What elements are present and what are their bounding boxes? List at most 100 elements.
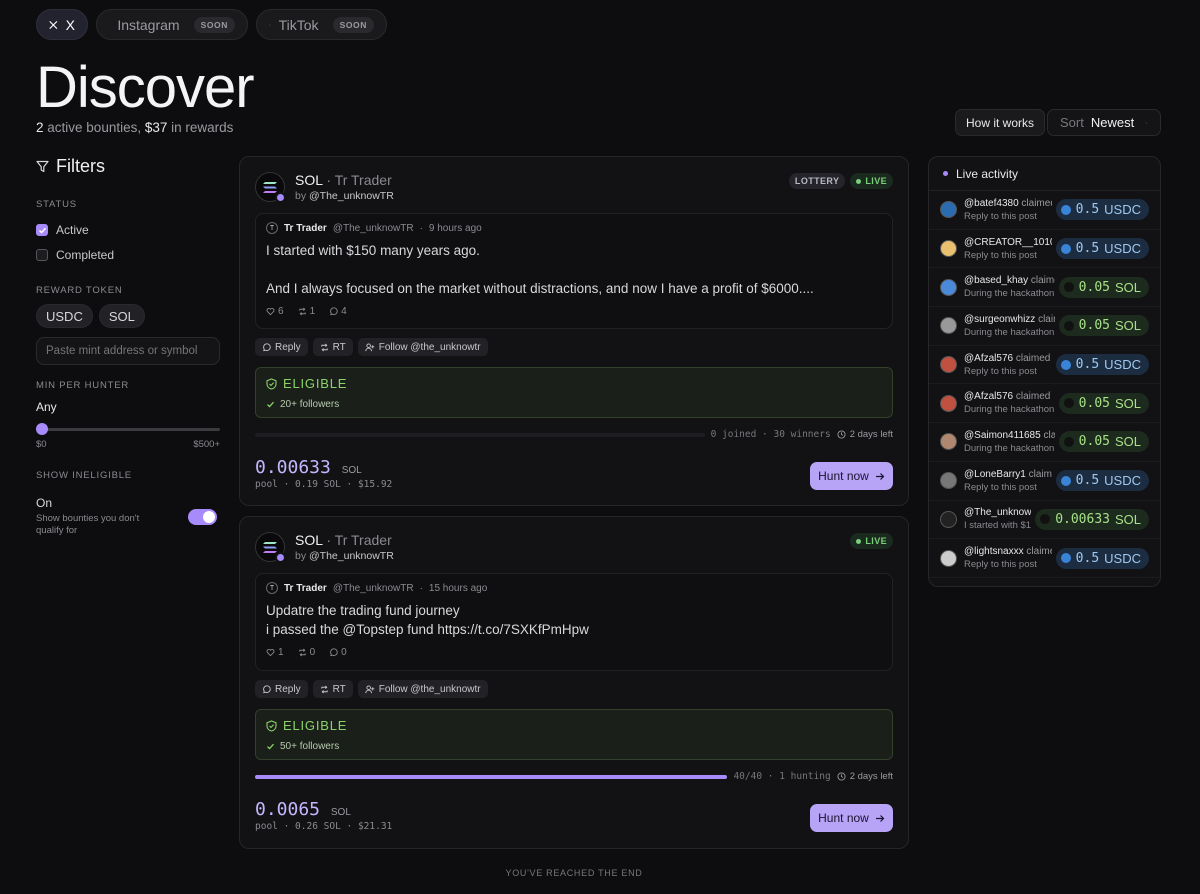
- tab-x[interactable]: X: [36, 9, 88, 40]
- token-icon: [1063, 320, 1074, 331]
- hunt-now-button[interactable]: Hunt now: [810, 804, 893, 832]
- verified-badge-icon: [275, 192, 286, 203]
- tab-tiktok[interactable]: TikTok SOON: [256, 9, 387, 40]
- reply-button[interactable]: Reply: [255, 680, 308, 698]
- hunt-now-label: Hunt now: [818, 811, 869, 825]
- user-avatar: [940, 278, 957, 296]
- retweet-button[interactable]: RT: [312, 680, 353, 698]
- activity-list: @batef4380 claimed Reply to this post 0.…: [929, 191, 1160, 578]
- tab-instagram[interactable]: Instagram SOON: [96, 9, 248, 40]
- bounty-card: SOL · Tr Trader by @The_unknowTR LIVE T …: [239, 516, 909, 849]
- activity-line: @based_khay claimed: [964, 275, 1055, 286]
- reward-pill-amount: 0.00633: [1055, 511, 1110, 527]
- activity-item[interactable]: @surgeonwhizz claimed During the hackath…: [929, 307, 1160, 346]
- status-active-checkbox[interactable]: Active: [36, 223, 220, 237]
- activity-text: @batef4380 claimed Reply to this post: [964, 198, 1052, 222]
- reward-pill: 0.00633 SOL: [1035, 508, 1149, 530]
- activity-user: @CREATOR__1010: [964, 236, 1052, 248]
- show-ineligible-toggle[interactable]: [188, 508, 217, 525]
- reward-pill-amount: 0.05: [1078, 318, 1110, 334]
- reply-button[interactable]: Reply: [255, 338, 308, 356]
- checkbox-unchecked[interactable]: [36, 249, 48, 261]
- bounty-author-handle[interactable]: @The_unknowTR: [309, 550, 394, 562]
- activity-user: @Afzal576: [964, 391, 1014, 403]
- replies-count: 0: [341, 647, 347, 658]
- retweets-stat: 1: [298, 306, 315, 317]
- reward-value: 0.00633: [255, 457, 331, 478]
- activity-item[interactable]: @based_khay claimed During the hackathon…: [929, 268, 1160, 308]
- activity-item[interactable]: @batef4380 claimed Reply to this post 0.…: [929, 191, 1160, 230]
- reward-pill-token: SOL: [1114, 395, 1141, 411]
- activity-source: Reply to this post: [964, 249, 1037, 261]
- retweets-stat: 0: [298, 647, 315, 658]
- bounty-card: SOL · Tr Trader by @The_unknowTR LOTTERY…: [239, 156, 909, 506]
- follow-button[interactable]: Follow @the_unknowtr: [357, 338, 488, 356]
- activity-text: @The_unknowTR claimed I started with $15…: [964, 507, 1031, 531]
- check-icon: [267, 743, 274, 750]
- activity-source: Reply to this post: [964, 210, 1037, 222]
- activity-item[interactable]: @Afzal576 claimed Reply to this post 0.5…: [929, 346, 1160, 385]
- activity-verb: claimed: [1015, 352, 1051, 364]
- token-usdc-button[interactable]: USDC: [36, 304, 93, 328]
- eligible-header: ELIGIBLE: [266, 718, 882, 733]
- eligible-label: ELIGIBLE: [283, 718, 348, 733]
- toggle-text: On Show bounties you don't qualify for: [36, 496, 168, 537]
- tweet-preview[interactable]: T Tr Trader @The_unknowTR · 15 hours ago…: [255, 573, 893, 671]
- likes-stat: 1: [266, 647, 284, 658]
- live-badge-label: LIVE: [865, 176, 887, 186]
- activity-user: @lightsnaxxx: [964, 546, 1024, 558]
- min-per-hunter-slider[interactable]: [36, 423, 220, 435]
- reward-pill: 0.05 SOL: [1058, 276, 1149, 298]
- tweet-text: Updatre the trading fund journey i passe…: [266, 603, 589, 637]
- reward-pill-token: USDC: [1104, 473, 1141, 489]
- reward-amount: 0.00633 SOL: [255, 457, 362, 478]
- tweet-meta: T Tr Trader @The_unknowTR · 9 hours ago: [266, 222, 882, 234]
- requirement-text: 20+ followers: [280, 399, 340, 410]
- activity-user: @LoneBarry1: [964, 468, 1026, 480]
- follow-button[interactable]: Follow @the_unknowtr: [357, 680, 488, 698]
- platform-tabs: X Instagram SOON TikTok SOON: [36, 9, 387, 40]
- reward-pill-token: USDC: [1104, 202, 1141, 218]
- activity-item[interactable]: @Saimon411685 claimed During the hackath…: [929, 423, 1160, 462]
- hunt-now-button[interactable]: Hunt now: [810, 462, 893, 490]
- activity-item[interactable]: @The_unknowTR claimed I started with $15…: [929, 501, 1160, 540]
- status-completed-checkbox[interactable]: Completed: [36, 248, 220, 262]
- activity-item[interactable]: @LoneBarry1 claimed Reply to this post 0…: [929, 462, 1160, 501]
- slider-handle[interactable]: [36, 423, 48, 435]
- rewards-text: in rewards: [171, 120, 234, 135]
- activity-source: Reply to this post: [964, 559, 1037, 571]
- retweet-icon: [320, 685, 328, 693]
- activity-line: @The_unknowTR claimed: [964, 507, 1031, 518]
- how-it-works-button[interactable]: How it works: [955, 109, 1046, 136]
- activity-source: During the hackathon: [964, 404, 1055, 416]
- activity-item[interactable]: @lightsnaxxx claimed Reply to this post …: [929, 539, 1160, 578]
- user-avatar: [940, 549, 957, 567]
- activity-user: @The_unknowTR: [964, 507, 1032, 519]
- retweet-icon: [298, 648, 306, 657]
- bounty-author-name: · Tr Trader: [326, 172, 392, 188]
- reward-amount: 0.0065 SOL: [255, 799, 351, 820]
- reward-pill-token: SOL: [1114, 511, 1141, 527]
- activity-user: @based_khay: [964, 275, 1029, 287]
- tab-tiktok-label: TikTok: [278, 16, 319, 33]
- eligibility-box: ELIGIBLE 50+ followers: [255, 709, 893, 760]
- min-per-hunter-value: Any: [36, 400, 57, 414]
- tab-instagram-label: Instagram: [117, 16, 180, 33]
- token-sol-button[interactable]: SOL: [98, 304, 145, 328]
- verified-badge-icon: [275, 552, 286, 563]
- mint-address-input[interactable]: [36, 337, 220, 365]
- bounty-title: SOL · Tr Trader: [295, 172, 394, 188]
- activity-line: @Afzal576 claimed: [964, 391, 1055, 402]
- token-icon: [1060, 243, 1071, 254]
- activity-item[interactable]: @CREATOR__1010 claimed Reply to this pos…: [929, 230, 1160, 269]
- user-plus-icon: [365, 342, 374, 351]
- tweet-preview[interactable]: T Tr Trader @The_unknowTR · 9 hours ago …: [255, 213, 893, 329]
- bounty-author-handle[interactable]: @The_unknowTR: [309, 190, 394, 202]
- sort-select[interactable]: Sort Newest: [1047, 109, 1161, 136]
- activity-item[interactable]: @Afzal576 claimed During the hackathon 0…: [929, 384, 1160, 424]
- retweet-button[interactable]: RT: [312, 338, 353, 356]
- bounty-header: SOL · Tr Trader by @The_unknowTR: [255, 532, 394, 563]
- activity-text: @Saimon411685 claimed During the hackath…: [964, 430, 1055, 454]
- checkbox-checked[interactable]: [36, 224, 48, 236]
- tweet-author-avatar: T: [266, 582, 278, 594]
